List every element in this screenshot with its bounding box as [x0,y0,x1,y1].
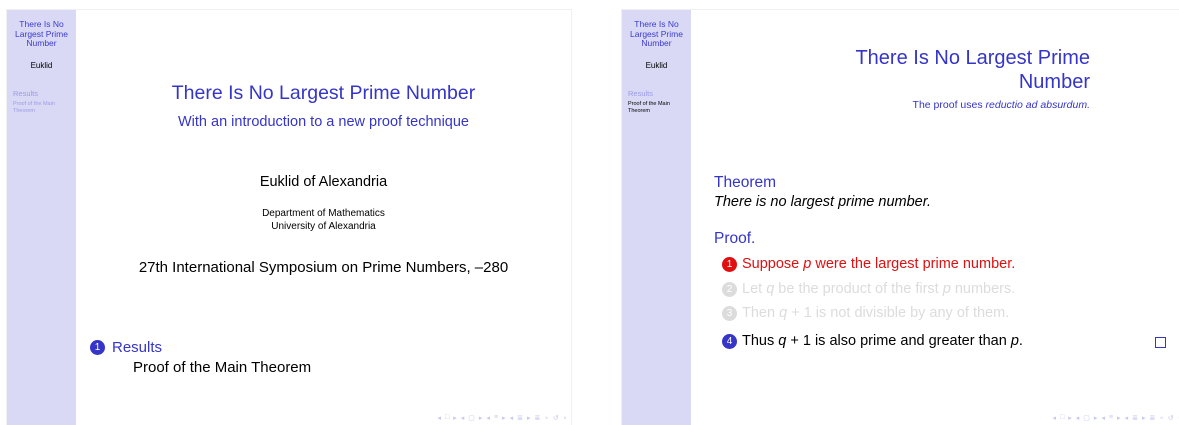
nav-symbol-icon[interactable]: ≡ [1109,414,1113,422]
sidebar-title[interactable]: There Is No Largest Prime Number [7,19,76,49]
proof-step-2: 2 Let q be the product of the first p nu… [722,281,1015,297]
nav-symbol-icon[interactable]: ≡ [494,414,498,422]
title-slide: There Is No Largest Prime Number Euklid … [7,10,571,425]
nav-symbol-icon[interactable]: ∘ [563,414,567,422]
presentation-author: Euklid of Alexandria [259,174,388,190]
nav-symbol-icon[interactable]: ▸ [453,414,457,422]
sidebar-section-results[interactable]: Results [13,89,38,98]
slide-content: There Is No Largest Prime Number The pro… [691,10,1179,425]
proof-step-3: 3 Then q + 1 is not divisible by any of … [722,305,1009,321]
nav-symbol-icon[interactable]: ▸ [479,414,483,422]
step-number-badge: 4 [722,333,737,349]
nav-symbol-icon[interactable]: ≣ [534,414,540,422]
nav-symbol-icon[interactable]: ◂ [461,414,465,422]
nav-symbol-icon[interactable]: ◂ [1125,414,1129,422]
nav-symbol-icon[interactable]: ▸ [1117,414,1121,422]
nav-symbol-icon[interactable]: □ [445,414,449,422]
institute-department: Department of Mathematics [262,208,385,219]
nav-symbol-icon[interactable]: ◂ [486,414,490,422]
nav-symbol-icon[interactable]: ▸ [502,414,506,422]
nav-symbol-icon[interactable]: ◂ [1053,414,1057,422]
navigation-symbols: ◂□▸◂▢▸◂≡▸◂≣▸≣∘↺∘ [438,414,567,422]
toc-subsection-proof[interactable]: Proof of the Main Theorem [133,359,311,376]
frame-subtitle: The proof uses reductio ad absurdum. [912,99,1090,111]
nav-symbol-icon[interactable]: ◂ [510,414,514,422]
nav-symbol-icon[interactable]: ≣ [1132,414,1138,422]
theorem-text: There is no largest prime number. [714,194,932,210]
sidebar-section-results[interactable]: Results [628,89,653,98]
sidebar: There Is No Largest Prime Number Euklid … [622,10,691,425]
sidebar-author: Euklid [30,61,53,70]
step-number-badge: 3 [722,305,737,321]
presentation-title: There Is No Largest Prime Number [171,82,476,104]
sidebar-subsection-proof[interactable]: Proof of the Main Theorem [628,101,688,115]
nav-symbol-icon[interactable]: ▸ [527,414,531,422]
toc-section-label: Results [112,339,163,356]
proof-slide: There Is No Largest Prime Number Euklid … [622,10,1179,425]
proof-step-4: 4 Thus q + 1 is also prime and greater t… [722,333,1023,349]
navigation-symbols: ◂□▸◂▢▸◂≡▸◂≣▸≣∘↺∘ [1053,414,1179,422]
slide-content: There Is No Largest Prime Number With an… [76,10,571,425]
sidebar-subsection-proof[interactable]: Proof of the Main Theorem [13,101,73,115]
nav-symbol-icon[interactable]: ↺ [553,414,559,422]
nav-symbol-icon[interactable]: ▢ [468,414,475,422]
sidebar-author: Euklid [645,61,668,70]
nav-symbol-icon[interactable]: ▸ [1068,414,1072,422]
sidebar: There Is No Largest Prime Number Euklid … [7,10,76,425]
sidebar-title[interactable]: There Is No Largest Prime Number [622,19,691,49]
presentation-subtitle: With an introduction to a new proof tech… [178,114,469,130]
step-number-badge: 2 [722,281,737,297]
proof-step-1: 1 Suppose p were the largest prime numbe… [722,256,1015,272]
step-number-badge: 1 [722,256,737,272]
nav-symbol-icon[interactable]: ▸ [1094,414,1098,422]
nav-symbol-icon[interactable]: ▢ [1083,414,1090,422]
nav-symbol-icon[interactable]: ∘ [1159,414,1163,422]
nav-symbol-icon[interactable]: ≣ [1149,414,1155,422]
presentation-date: 27th International Symposium on Prime Nu… [138,259,509,276]
nav-symbol-icon[interactable]: ≣ [517,414,523,422]
toc-section-results[interactable]: 1 Results [90,339,162,356]
qed-icon [1155,337,1166,348]
frame-title: There Is No Largest Prime Number [855,47,1090,93]
nav-symbol-icon[interactable]: ◂ [438,414,442,422]
nav-symbol-icon[interactable]: ∘ [544,414,548,422]
toc-number-badge: 1 [90,340,105,355]
theorem-label: Theorem [714,174,777,191]
nav-symbol-icon[interactable]: ◂ [1076,414,1080,422]
nav-symbol-icon[interactable]: ◂ [1101,414,1105,422]
institute-university: University of Alexandria [271,221,376,232]
proof-label: Proof. [714,230,756,247]
nav-symbol-icon[interactable]: □ [1060,414,1064,422]
nav-symbol-icon[interactable]: ↺ [1168,414,1174,422]
nav-symbol-icon[interactable]: ▸ [1142,414,1146,422]
